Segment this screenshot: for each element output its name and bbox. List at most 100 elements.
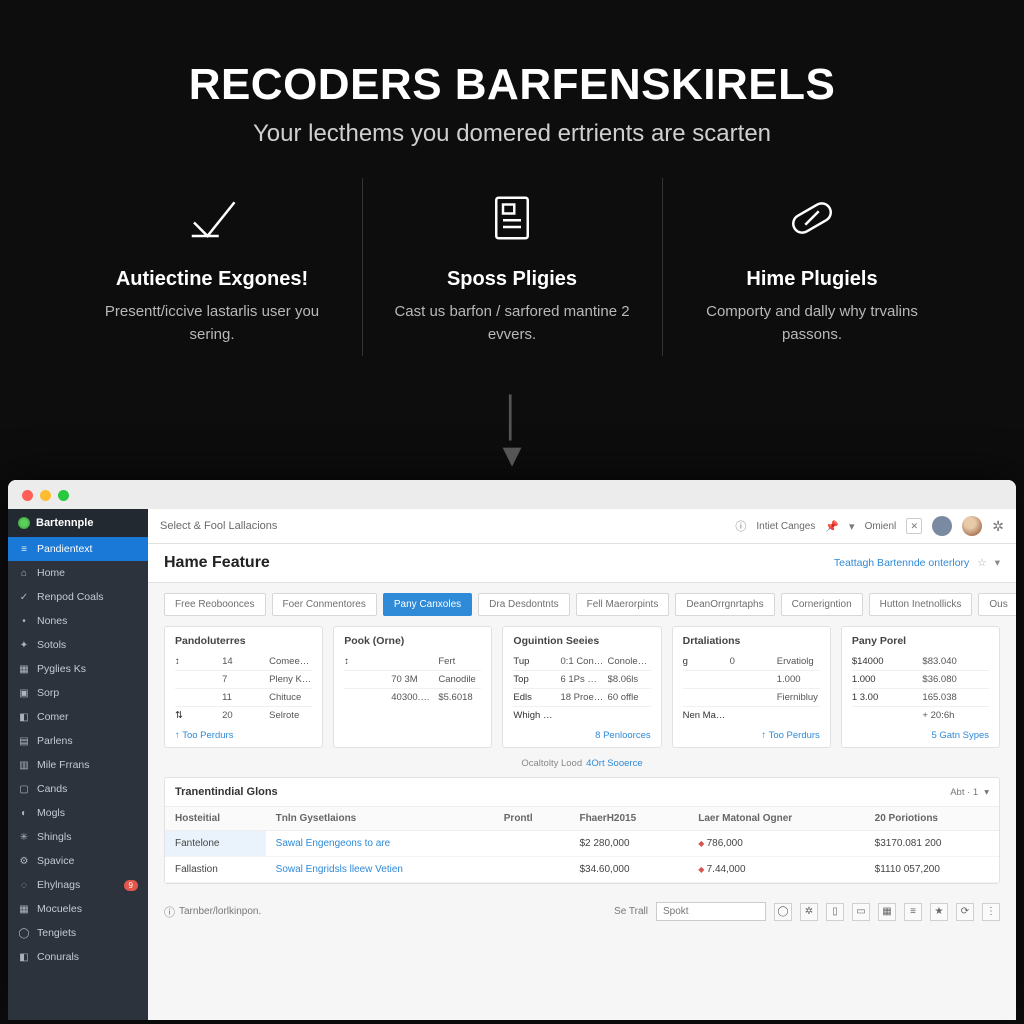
chevron-down-icon[interactable]: ▾ (849, 520, 855, 533)
tab-4[interactable]: Fell Maerorpints (576, 593, 670, 616)
footer-info: ⓘ Tarnber/lorlkinpon. (164, 904, 261, 920)
sidebar-item-mocueles[interactable]: ▦ Mocueles (8, 897, 148, 921)
tab-2[interactable]: Pany Canxoles (383, 593, 472, 616)
brand[interactable]: Bartennple (8, 509, 148, 537)
brand-logo-icon (18, 517, 30, 529)
sidebar-item-renpod coals[interactable]: ✓ Renpod Coals (8, 585, 148, 609)
pin-icon[interactable]: 📌 (825, 520, 839, 533)
column-header[interactable]: Tnln Gysetlaions (266, 807, 494, 831)
sidebar-item-label: Comer (37, 711, 69, 723)
sidebar-icon: ⌂ (18, 568, 30, 579)
sidebar-item-shingls[interactable]: ✳ Shingls (8, 825, 148, 849)
table-row[interactable]: FallastionSowal Engridsls lleew Vetien$3… (165, 857, 999, 883)
sidebar-item-nones[interactable]: • Nones (8, 609, 148, 633)
sidebar-item-ehylnags[interactable]: ◌ Ehylnags9 (8, 873, 148, 897)
card-row: 7Pleny Kosling (175, 670, 312, 688)
tab-3[interactable]: Dra Desdontnts (478, 593, 569, 616)
circle-icon[interactable]: ◯ (774, 903, 792, 921)
main-area: Select & Fool Lallacions ⓘ Intiet Canges… (148, 509, 1016, 1020)
sidebar-item-comer[interactable]: ◧ Comer (8, 705, 148, 729)
sidebar-item-spavice[interactable]: ⚙ Spavice (8, 849, 148, 873)
star-icon[interactable]: ☆ (977, 557, 986, 569)
topbar-link-2[interactable]: Omienl (865, 521, 897, 532)
sidebar-item-pyglies ks[interactable]: ▦ Pyglies Ks (8, 657, 148, 681)
sidebar-item-label: Conurals (37, 951, 79, 963)
sidebar-item-mile frrans[interactable]: ▥ Mile Frrans (8, 753, 148, 777)
close-icon[interactable]: ✕ (906, 518, 922, 534)
card-footer-link[interactable]: 5 Gatn Sypes (852, 724, 989, 741)
tab-5[interactable]: DeanOrrgnrtaphs (675, 593, 774, 616)
card-footer-link[interactable]: ↑ Too Perdurs (175, 724, 312, 741)
window-controls (8, 480, 1016, 509)
sidebar-item-conurals[interactable]: ◧ Conurals (8, 945, 148, 969)
refresh-icon[interactable]: ⟳ (956, 903, 974, 921)
column-header[interactable]: 20 Poriotions (865, 807, 999, 831)
data-table: HosteitialTnln GysetlaionsProntlFhaerH20… (165, 807, 999, 883)
tab-0[interactable]: Free Reoboonces (164, 593, 266, 616)
list-icon[interactable]: ≡ (904, 903, 922, 921)
card-row: Fiernibluy (683, 688, 820, 706)
brand-name: Bartennple (36, 517, 93, 529)
close-window-button[interactable] (22, 490, 33, 501)
minimize-window-button[interactable] (40, 490, 51, 501)
page-header-link[interactable]: Teattagh Bartennde onterlory (834, 557, 969, 569)
card-row: ↕Fert (344, 653, 481, 670)
footer-search-input[interactable] (656, 902, 766, 921)
tab-bar: Free Reoboonces Foer Conmentores Pany Canx… (148, 583, 1016, 616)
topbar-link-1[interactable]: Intiet Canges (756, 521, 815, 532)
chevron-down-icon[interactable]: ▾ (995, 557, 1000, 569)
sidebar-item-cands[interactable]: ▢ Cands (8, 777, 148, 801)
info-icon[interactable]: ⓘ (735, 518, 746, 534)
zoom-window-button[interactable] (58, 490, 69, 501)
card-row: 40300.200$5.6018 (344, 688, 481, 706)
sidebar-item-sorp[interactable]: ▣ Sorp (8, 681, 148, 705)
chevron-down-icon[interactable]: ▾ (984, 787, 989, 798)
sidebar-item-home[interactable]: ⌂ Home (8, 561, 148, 585)
footer-bar: ⓘ Tarnber/lorlkinpon. Se Trall ◯ ✲ ▯ ▭ ▦… (148, 894, 1016, 929)
more-icon[interactable]: ⋮ (982, 903, 1000, 921)
feature-2-title: Sposs Pligies (392, 268, 632, 291)
avatar-2[interactable] (962, 516, 982, 536)
card-title: Oguintion Seeies (513, 635, 650, 647)
sidebar: Bartennple ≡ Pandientext⌂ Home✓ Renpod C… (8, 509, 148, 1020)
summary-card-2: Oguintion Seeies Tup0:1 ContentionConoleg… (502, 626, 661, 748)
sidebar-icon: ◯ (18, 928, 30, 939)
sidebar-item-label: Spavice (37, 855, 74, 867)
avatar-1[interactable] (932, 516, 952, 536)
card-title: Pook (Orne) (344, 635, 481, 647)
tab-1[interactable]: Foer Conmentores (272, 593, 377, 616)
card-footer-link[interactable]: ↑ Too Perdurs (683, 724, 820, 741)
column-header[interactable]: FhaerH2015 (569, 807, 688, 831)
sidebar-item-label: Mocueles (37, 903, 82, 915)
card-footer-link[interactable]: 8 Penloorces (513, 724, 650, 741)
sidebar-icon: ⚙ (18, 856, 30, 867)
feature-2-body: Cast us barfon / sarfored mantine 2 evve… (392, 301, 632, 346)
sidebar-icon: ▤ (18, 736, 30, 747)
page-title: Hame Feature (164, 554, 270, 572)
gear-icon[interactable]: ✲ (992, 518, 1004, 535)
filter-icon[interactable]: ✲ (800, 903, 818, 921)
sidebar-item-mogls[interactable]: ◐ Mogls (8, 801, 148, 825)
sidebar-icon: ✦ (18, 640, 30, 651)
column-header[interactable]: Laer Matonal Ogner (688, 807, 864, 831)
card-row: Tup0:1 ContentionConolegers (513, 653, 650, 670)
page-icon[interactable]: ▯ (826, 903, 844, 921)
sidebar-item-tengiets[interactable]: ◯ Tengiets (8, 921, 148, 945)
column-header[interactable]: Hosteitial (165, 807, 266, 831)
tab-6[interactable]: Cornerigntion (781, 593, 863, 616)
column-header[interactable]: Prontl (494, 807, 570, 831)
feature-row: Autiectine Exgones! Presentt/iccive last… (62, 188, 962, 346)
chat-icon[interactable]: ▭ (852, 903, 870, 921)
sidebar-item-sotols[interactable]: ✦ Sotols (8, 633, 148, 657)
star-icon[interactable]: ★ (930, 903, 948, 921)
tab-7[interactable]: Hutton Inetnollicks (869, 593, 973, 616)
table-row[interactable]: FanteloneSawal Engengeons to are$2 280,0… (165, 831, 999, 857)
sidebar-icon: ▣ (18, 688, 30, 699)
card-row: Whigh Noroling (513, 706, 650, 724)
tab-8[interactable]: Ous (978, 593, 1016, 616)
grid-icon[interactable]: ▦ (878, 903, 896, 921)
sidebar-item-parlens[interactable]: ▤ Parlens (8, 729, 148, 753)
sidebar-item-pandientext[interactable]: ≡ Pandientext (8, 537, 148, 561)
sidebar-icon: ✳ (18, 832, 30, 843)
sidebar-icon: ◧ (18, 952, 30, 963)
